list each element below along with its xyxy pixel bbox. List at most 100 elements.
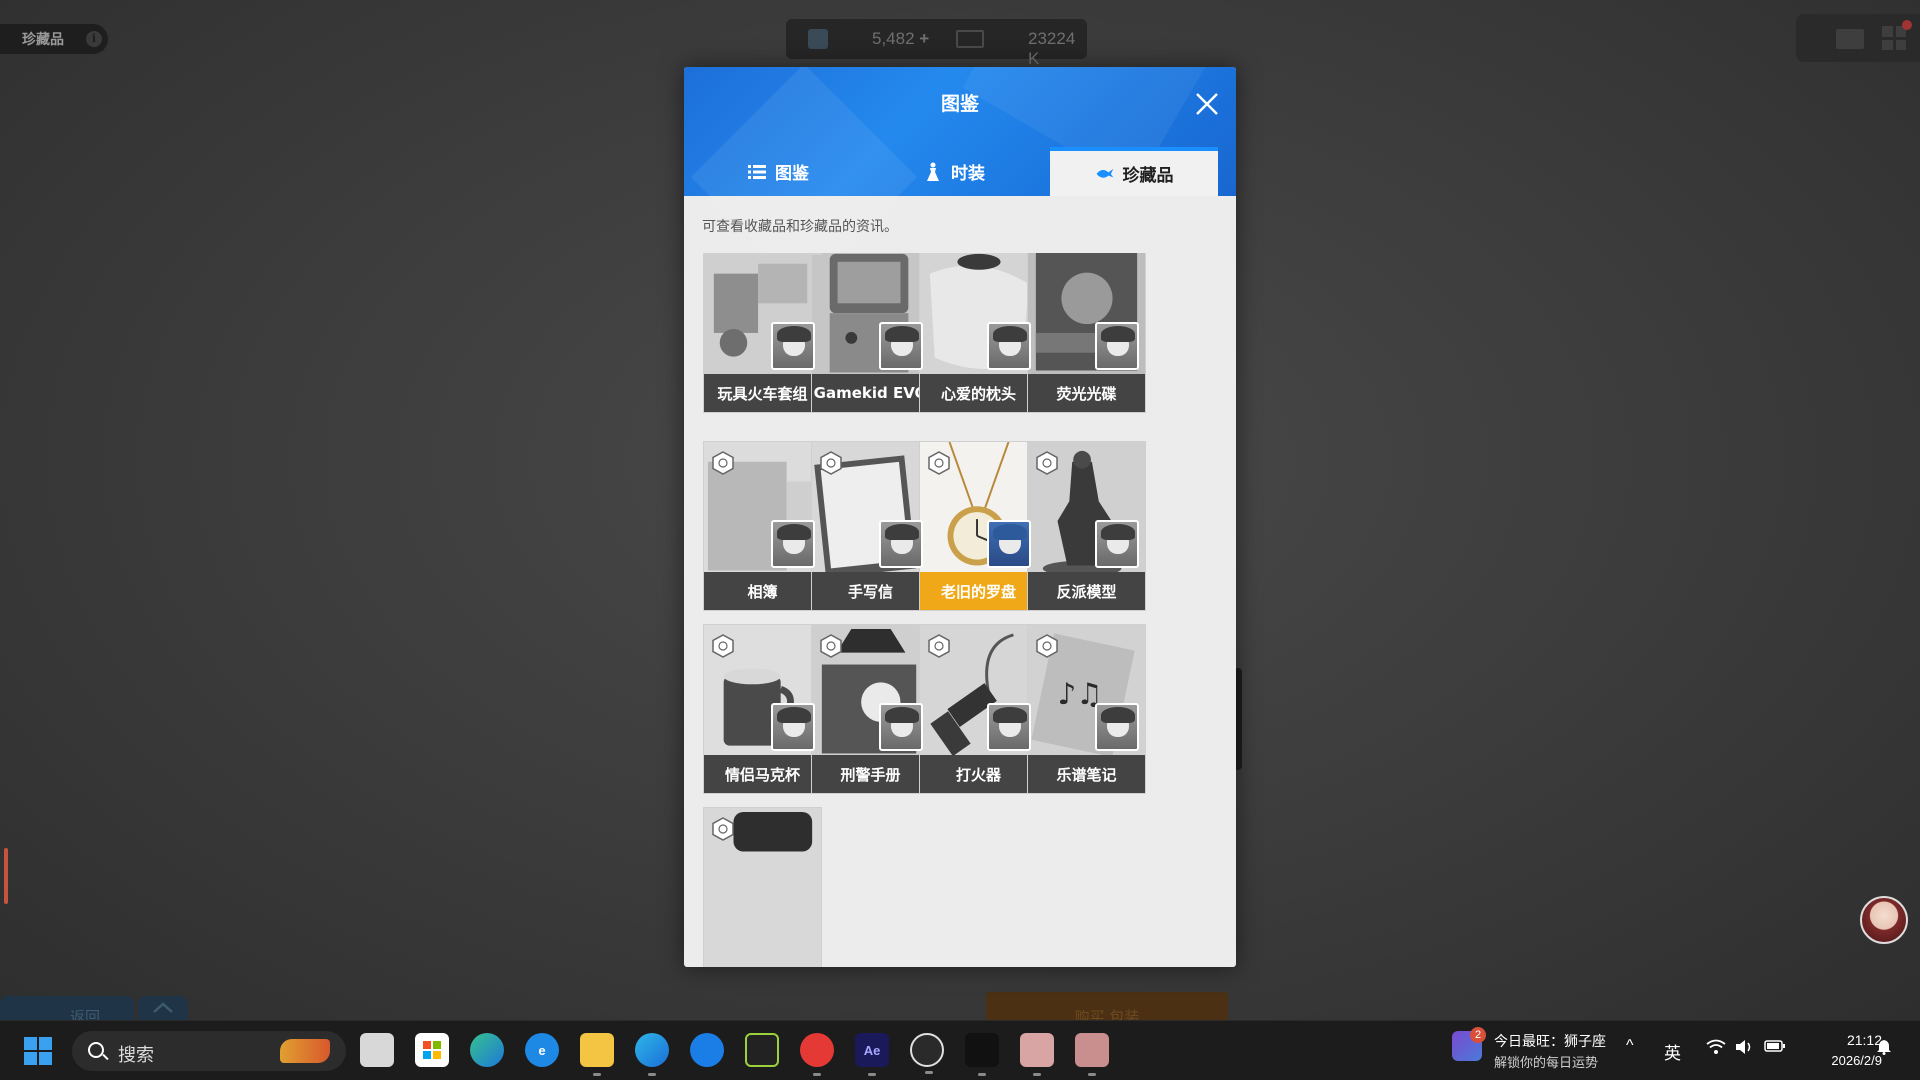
- card-label: 玩具火车套组: [704, 374, 821, 412]
- stamina-icon: [808, 29, 828, 49]
- card-disc[interactable]: 荧光光碟: [1027, 253, 1146, 413]
- card-villain-figure[interactable]: 反派模型: [1027, 441, 1146, 611]
- section-label-chip: 珍藏品 i: [0, 24, 108, 54]
- assistant-avatar[interactable]: [1860, 896, 1908, 944]
- modal-title: 图鉴: [940, 93, 979, 115]
- tab-bar: 图鉴 时装 珍藏品: [684, 147, 1236, 196]
- card-pillow[interactable]: 心爱的枕头: [919, 253, 1038, 413]
- hexagon-icon: [712, 817, 734, 841]
- volume-icon[interactable]: [1734, 1039, 1754, 1060]
- currency-bar: 5,482 + 23224 K: [786, 19, 1087, 68]
- card-label: 情侣马克杯: [704, 755, 821, 793]
- card-label: 相簿: [704, 572, 821, 610]
- show-hidden-icons-button[interactable]: ^: [1626, 1037, 1634, 1055]
- add-currency-button[interactable]: +: [919, 29, 929, 48]
- menu-grid-icon[interactable]: [1882, 26, 1906, 50]
- close-icon: [1196, 93, 1218, 115]
- netease-music-icon[interactable]: [800, 1033, 834, 1076]
- notification-subtitle[interactable]: 解锁你的每日运势: [1494, 1052, 1598, 1071]
- card-lighter[interactable]: 打火器: [919, 624, 1038, 794]
- tab-catalog[interactable]: 图鉴: [694, 147, 862, 196]
- search-placeholder: 搜索: [118, 1045, 154, 1065]
- edge-ai-icon[interactable]: [635, 1033, 669, 1076]
- media-player-icon[interactable]: [910, 1033, 944, 1074]
- notification-title[interactable]: 今日最旺：狮子座: [1494, 1031, 1606, 1051]
- game-icon-2[interactable]: [1075, 1033, 1109, 1076]
- card-label: 老旧的罗盘: [920, 572, 1037, 610]
- taskbar-search[interactable]: 搜索: [72, 1031, 346, 1071]
- tab-catalog-label: 图鉴: [775, 164, 809, 184]
- card-music-notes[interactable]: ♪♫ 乐谱笔记: [1027, 624, 1146, 794]
- input-language[interactable]: 英: [1664, 1039, 1681, 1064]
- character-avatar: [879, 520, 923, 568]
- nvidia-icon[interactable]: [745, 1033, 779, 1067]
- card-label: 手写信: [812, 572, 929, 610]
- edge-icon[interactable]: [470, 1033, 504, 1067]
- currency-value-2: 23224 K: [1028, 29, 1076, 68]
- card-label: 反派模型: [1028, 572, 1145, 610]
- card-grid: 玩具火车套组 Gamekid EVO 心爱的枕头 荧光光碟 相簿 手写信 老旧的…: [684, 253, 1236, 967]
- collection-modal: 图鉴 图鉴 时装 珍藏品 可查看收藏品和珍藏品的资讯。 玩具火车套组 Gamek…: [684, 67, 1236, 967]
- card-label: 心爱的枕头: [920, 374, 1037, 412]
- side-marker: [4, 848, 8, 904]
- hexagon-icon: [820, 451, 842, 475]
- tab-treasures-label: 珍藏品: [1122, 166, 1174, 186]
- bird-icon: [1096, 168, 1113, 178]
- hexagon-icon: [928, 634, 950, 658]
- card-gamekid[interactable]: Gamekid EVO: [811, 253, 930, 413]
- after-effects-icon[interactable]: Ae: [855, 1033, 889, 1076]
- close-button[interactable]: [1192, 89, 1222, 119]
- character-avatar: [1095, 520, 1139, 568]
- character-avatar: [987, 322, 1031, 370]
- search-icon: [88, 1042, 104, 1058]
- modal-description: 可查看收藏品和珍藏品的资讯。: [702, 219, 898, 235]
- battery-icon[interactable]: [1764, 1039, 1786, 1058]
- card-letter[interactable]: 手写信: [811, 441, 930, 611]
- clock-date[interactable]: 2026/2/9: [1790, 1053, 1882, 1068]
- search-highlight-icon: [280, 1039, 330, 1063]
- character-avatar: [1095, 322, 1139, 370]
- tab-treasures[interactable]: 珍藏品: [1050, 147, 1218, 196]
- character-avatar: [987, 520, 1031, 568]
- info-icon[interactable]: i: [86, 31, 102, 47]
- maps-icon[interactable]: [690, 1033, 724, 1067]
- hexagon-icon: [712, 451, 734, 475]
- spacer: [703, 253, 822, 255]
- card-label: Gamekid EVO: [812, 374, 929, 412]
- windows-taskbar: 搜索 e Ae 2 今日最旺：狮子座 解锁你的每日运势 ^ 英 21:12 20…: [0, 1020, 1920, 1080]
- top-right-menu: [1796, 14, 1920, 62]
- game-icon-1[interactable]: [1020, 1033, 1054, 1076]
- tab-outfits-label: 时装: [951, 164, 985, 184]
- hexagon-icon: [820, 634, 842, 658]
- card-partial[interactable]: [703, 807, 822, 967]
- notification-dot: [1902, 20, 1912, 30]
- clock-time[interactable]: 21:12: [1822, 1032, 1882, 1048]
- task-view-icon[interactable]: [360, 1033, 394, 1067]
- hexagon-icon: [1036, 634, 1058, 658]
- start-button[interactable]: [24, 1037, 52, 1065]
- character-avatar: [771, 703, 815, 751]
- after-effects-label: Ae: [863, 1042, 881, 1058]
- character-avatar: [1095, 703, 1139, 751]
- notification-bell-icon[interactable]: [1876, 1039, 1892, 1059]
- character-avatar: [771, 520, 815, 568]
- card-toy-train[interactable]: 玩具火车套组: [703, 253, 822, 413]
- tab-outfits[interactable]: 时装: [870, 147, 1038, 196]
- dress-icon: [927, 162, 939, 181]
- mail-icon[interactable]: [1836, 29, 1864, 49]
- wifi-icon[interactable]: [1706, 1039, 1726, 1060]
- file-explorer-icon[interactable]: [580, 1033, 614, 1076]
- card-album[interactable]: 相簿: [703, 441, 822, 611]
- card-label: 刑警手册: [812, 755, 929, 793]
- hexagon-icon: [928, 451, 950, 475]
- card-police-handbook[interactable]: 刑警手册: [811, 624, 930, 794]
- store-icon[interactable]: [415, 1033, 449, 1067]
- card-compass[interactable]: 老旧的罗盘: [919, 441, 1038, 611]
- card-mug[interactable]: 情侣马克杯: [703, 624, 822, 794]
- terminal-icon[interactable]: [965, 1033, 999, 1076]
- character-avatar: [771, 322, 815, 370]
- currency-value-1: 5,482 +: [872, 29, 930, 48]
- ie-icon[interactable]: e: [525, 1033, 559, 1067]
- hexagon-icon: [712, 634, 734, 658]
- home-icon: [153, 1002, 173, 1013]
